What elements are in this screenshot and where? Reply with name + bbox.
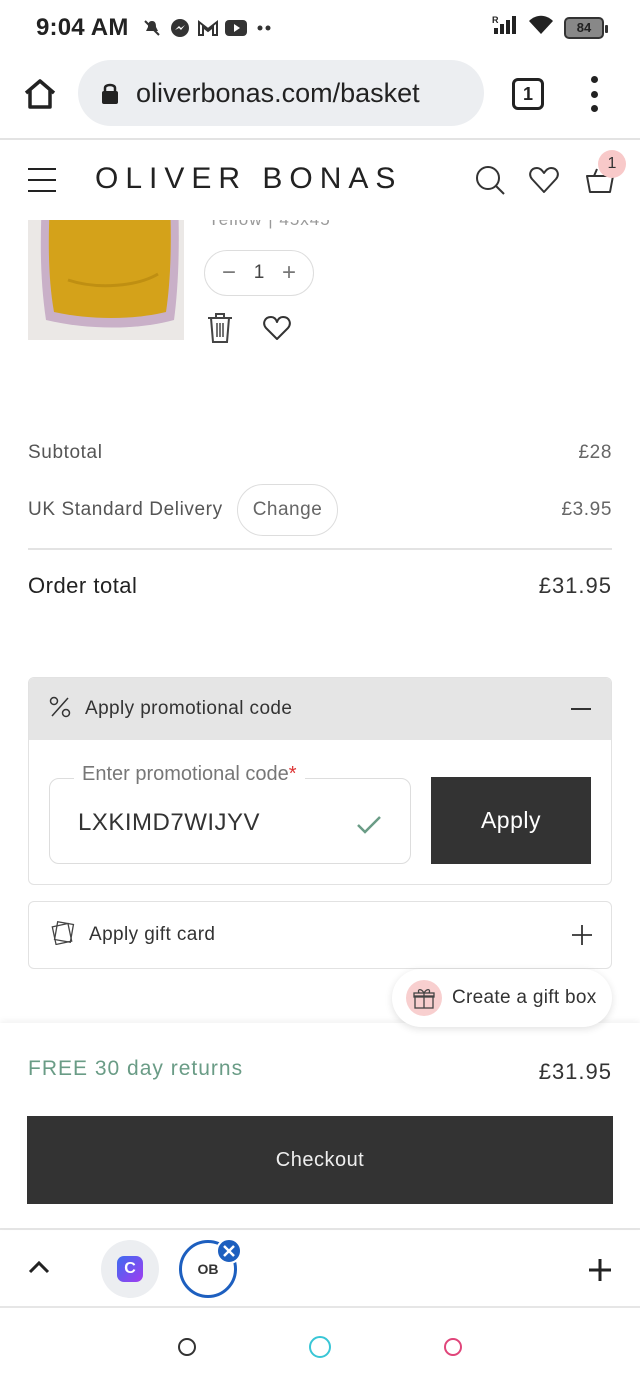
order-total-row: Order total £31.95 [28, 568, 612, 604]
more-notifications-icon [253, 17, 275, 39]
product-image[interactable] [28, 220, 184, 340]
remove-item-trash-icon[interactable] [206, 312, 234, 344]
tab-favicon: C [117, 1256, 143, 1282]
valid-check-icon [356, 815, 382, 835]
promo-code-field: Enter promotional code* [49, 763, 411, 864]
youtube-icon [224, 17, 247, 39]
delivery-row: UK Standard Delivery Change £3.95 [28, 484, 612, 536]
required-asterisk: * [288, 763, 297, 785]
decrease-quantity-button[interactable]: − [218, 261, 240, 285]
site-header: OLIVER BONAS 1 [0, 140, 640, 220]
summary-divider [28, 548, 612, 550]
order-total-value: £31.95 [538, 573, 612, 598]
notification-icons [141, 17, 275, 39]
tab-switcher-button[interactable]: 1 [512, 78, 544, 110]
delivery-label: UK Standard Delivery [28, 499, 223, 520]
messenger-icon [169, 17, 191, 39]
delivery-label-group: UK Standard Delivery Change [28, 484, 339, 536]
expand-plus-icon[interactable] [571, 924, 593, 946]
nav-recents-button[interactable] [444, 1338, 462, 1356]
create-gift-box-button[interactable]: Create a gift box [392, 969, 612, 1027]
collapse-minus-icon[interactable] [571, 708, 591, 710]
increase-quantity-button[interactable]: + [278, 261, 300, 285]
status-bar: 9:04 AM R 84 [0, 0, 640, 56]
save-for-later-heart-icon[interactable] [262, 314, 292, 342]
promo-code-panel: Apply promotional code Enter promotional… [28, 677, 612, 885]
sticky-checkout-bar: FREE 30 day returns £31.95 Checkout [0, 1023, 640, 1228]
gift-card-icon [49, 920, 75, 950]
wifi-icon [528, 14, 554, 41]
delivery-value: £3.95 [561, 499, 612, 520]
gift-icon [406, 980, 442, 1016]
promo-code-header[interactable]: Apply promotional code [29, 678, 611, 740]
percent-icon [49, 696, 71, 723]
svg-text:R: R [492, 15, 499, 25]
promo-code-field-label: Enter promotional code* [74, 763, 305, 786]
system-navigation-bar [0, 1308, 640, 1385]
sticky-total-value: £31.95 [538, 1059, 612, 1084]
status-time: 9:04 AM [36, 14, 129, 41]
basket-item: Yellow | 45x45 − 1 + [0, 220, 640, 400]
checkout-button[interactable]: Checkout [27, 1116, 613, 1204]
system-indicators: R 84 [492, 14, 608, 41]
cart-count-badge: 1 [598, 150, 626, 178]
product-variant: Yellow | 45x45 [208, 220, 331, 230]
subtotal-label: Subtotal [28, 442, 103, 463]
battery-icon: 84 [564, 16, 608, 39]
promo-field-label-text: Enter promotional code [82, 763, 289, 785]
browser-tab-strip: C OB [0, 1228, 640, 1308]
nav-assistant-button[interactable] [309, 1336, 331, 1358]
address-bar[interactable]: oliverbonas.com/basket [78, 60, 484, 126]
chevron-up-icon[interactable] [28, 1260, 50, 1274]
mute-icon [141, 17, 163, 39]
browser-toolbar: oliverbonas.com/basket 1 [0, 56, 640, 138]
lock-icon [100, 82, 120, 104]
gift-box-label: Create a gift box [452, 987, 597, 1008]
quantity-value: 1 [253, 262, 265, 283]
gmail-icon [197, 17, 219, 39]
home-icon[interactable] [22, 76, 58, 112]
tab-chip-other[interactable]: C [101, 1240, 159, 1298]
close-tab-icon[interactable] [216, 1238, 242, 1264]
subtotal-value: £28 [578, 442, 612, 463]
gift-card-label: Apply gift card [89, 924, 216, 945]
promo-code-title: Apply promotional code [85, 698, 293, 719]
order-total-label: Order total [28, 573, 138, 598]
apply-promo-button[interactable]: Apply [431, 777, 591, 864]
nav-home-button[interactable] [178, 1338, 196, 1356]
signal-icon: R [492, 14, 518, 41]
subtotal-row: Subtotal £28 [28, 436, 612, 470]
quantity-stepper: − 1 + [204, 250, 314, 296]
hamburger-menu-icon[interactable] [28, 168, 56, 192]
gift-card-panel[interactable]: Apply gift card [28, 901, 612, 969]
browser-menu-icon[interactable] [588, 76, 600, 112]
search-icon[interactable] [474, 164, 506, 196]
brand-logo[interactable]: OLIVER BONAS [95, 162, 402, 196]
change-delivery-button[interactable]: Change [236, 484, 339, 536]
new-tab-plus-icon[interactable] [588, 1258, 612, 1282]
wishlist-heart-icon[interactable] [528, 164, 560, 196]
free-returns-text: FREE 30 day returns [28, 1057, 244, 1080]
promo-code-input[interactable] [78, 803, 338, 843]
url-text: oliverbonas.com/basket [136, 77, 420, 108]
